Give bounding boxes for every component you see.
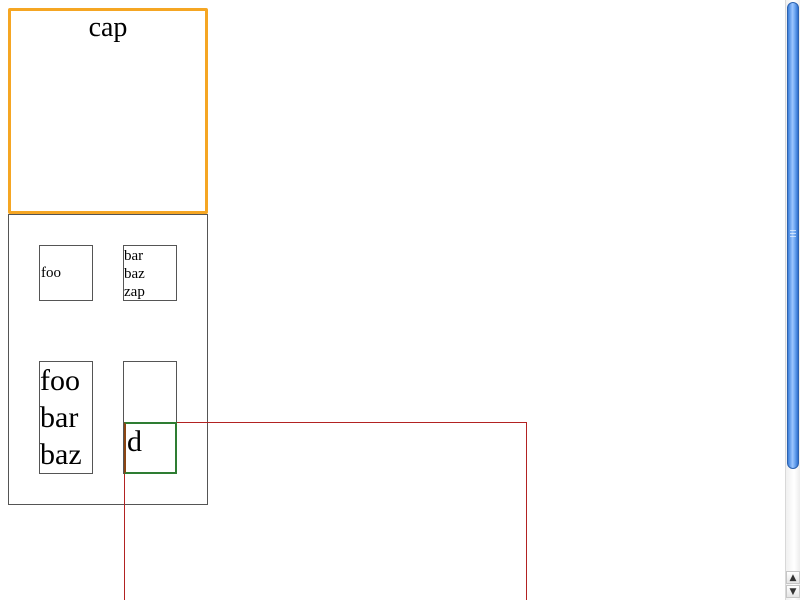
thumb-grip-line bbox=[790, 230, 796, 231]
table-cell-bar-baz-zap: bar baz zap bbox=[123, 245, 177, 301]
scroll-up-arrow-icon[interactable]: ▲ bbox=[786, 571, 800, 584]
thumb-grip-line bbox=[790, 233, 796, 234]
cell-line-baz: baz bbox=[124, 266, 145, 282]
cell-line-zap: zap bbox=[124, 284, 145, 300]
overflow-box-text: d bbox=[127, 425, 142, 458]
cell-line-foo: foo bbox=[40, 364, 80, 397]
table-cell-foo: foo bbox=[39, 245, 93, 301]
cell-line-bar: bar bbox=[124, 248, 144, 264]
table-cell-foo-bar-baz: foo bar baz bbox=[39, 361, 93, 474]
cell-line-baz: baz bbox=[40, 438, 82, 471]
overflow-box: d bbox=[124, 422, 177, 474]
scroll-down-arrow-icon[interactable]: ▼ bbox=[786, 585, 800, 598]
thumb-grip-line bbox=[790, 236, 796, 237]
caption-text: cap bbox=[88, 12, 128, 43]
overflow-outline bbox=[124, 422, 527, 600]
cell-line-bar: bar bbox=[40, 401, 79, 434]
cell-foo-text: foo bbox=[41, 264, 61, 281]
